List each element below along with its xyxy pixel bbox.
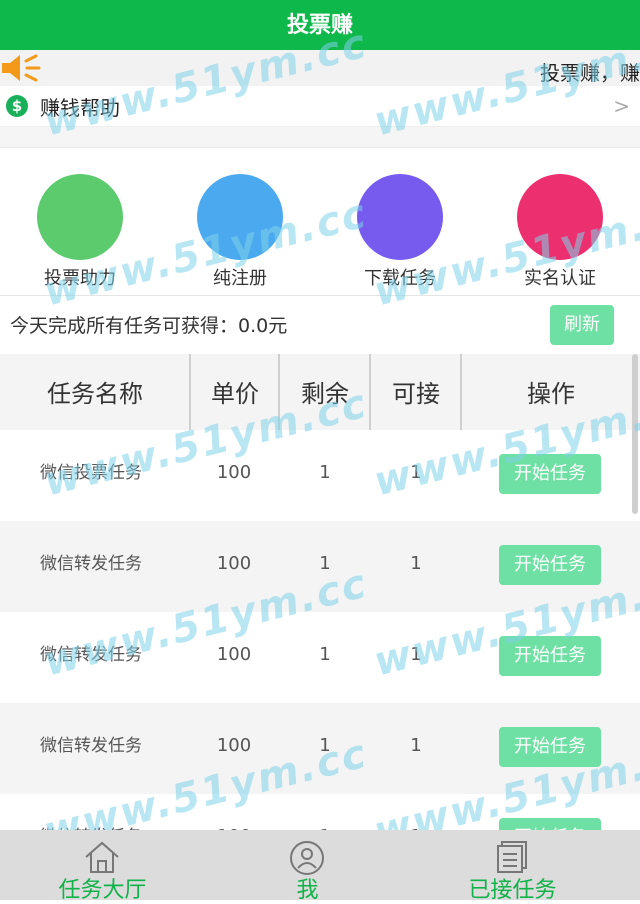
nav-label: 任务大厅 [58, 878, 147, 903]
real-name-category-icon [517, 174, 603, 260]
header-task-name: 任务名称 [47, 380, 143, 408]
earnings-text: 今天完成所有任务可获得：0.0元 [10, 315, 288, 337]
earn-help-label: 赚钱帮助 [40, 96, 120, 120]
dollar-coin-icon: $ [6, 95, 28, 117]
start-task-button[interactable]: 开始任务 [499, 636, 601, 676]
table-row: 微信投票任务 100 1 1 开始任务 [0, 430, 640, 521]
notice-bar: 投票赚，赚 [0, 50, 640, 86]
header-action: 操作 [527, 380, 575, 408]
header-available: 可接 [392, 380, 440, 408]
nav-task-hall[interactable]: 任务大厅 [0, 830, 205, 903]
refresh-button[interactable]: 刷新 [550, 305, 614, 345]
earn-help-link[interactable]: $ 赚钱帮助 > [0, 86, 640, 127]
category-real-name[interactable]: 实名认证 [480, 148, 640, 294]
earnings-summary: 今天完成所有任务可获得：0.0元 刷新 [0, 295, 640, 355]
task-price: 100 [216, 735, 252, 756]
vote-category-icon [37, 174, 123, 260]
category-label: 实名认证 [524, 268, 596, 289]
notice-marquee-text: 投票赚，赚 [540, 61, 640, 85]
task-available: 1 [410, 553, 422, 574]
document-list-icon [497, 841, 527, 873]
task-table-header: 任务名称 单价 剩余 可接 操作 [0, 354, 640, 430]
task-remaining: 1 [319, 462, 331, 483]
task-price: 100 [216, 644, 252, 665]
page-title: 投票赚 [0, 0, 640, 50]
task-name: 微信投票任务 [40, 463, 142, 483]
table-row: 微信转发任务 100 1 1 开始任务 [0, 612, 640, 703]
category-label: 下载任务 [364, 268, 436, 289]
nav-me[interactable]: 我 [205, 830, 410, 903]
nav-accepted-tasks[interactable]: 已接任务 [410, 830, 615, 903]
download-category-icon [357, 174, 443, 260]
task-name: 微信转发任务 [40, 554, 142, 574]
nav-label: 已接任务 [468, 878, 557, 903]
user-icon [290, 841, 324, 875]
category-vote-assist[interactable]: 投票助力 [0, 148, 160, 294]
task-remaining: 1 [319, 735, 331, 756]
nav-label: 我 [296, 878, 319, 903]
scrollbar[interactable] [632, 354, 638, 514]
category-label: 纯注册 [213, 268, 267, 289]
task-price: 100 [216, 553, 252, 574]
category-grid: 投票助力 纯注册 下载任务 实名认证 [0, 148, 640, 294]
task-available: 1 [410, 735, 422, 756]
home-icon [85, 841, 119, 873]
register-category-icon [197, 174, 283, 260]
speaker-icon [2, 54, 41, 82]
section-divider [0, 127, 640, 148]
task-name: 微信转发任务 [40, 736, 142, 756]
header-remaining: 剩余 [301, 380, 349, 408]
task-available: 1 [410, 462, 422, 483]
start-task-button[interactable]: 开始任务 [499, 454, 601, 494]
table-row: 微信转发任务 100 1 1 开始任务 [0, 703, 640, 794]
category-label: 投票助力 [44, 268, 116, 289]
task-remaining: 1 [319, 553, 331, 574]
bottom-nav: 任务大厅 我 已接任务 [0, 830, 640, 903]
table-row: 微信转发任务 100 1 1 开始任务 [0, 521, 640, 612]
task-remaining: 1 [319, 644, 331, 665]
chevron-right-icon: > [613, 94, 630, 118]
task-price: 100 [216, 462, 252, 483]
start-task-button[interactable]: 开始任务 [499, 545, 601, 585]
category-register[interactable]: 纯注册 [160, 148, 320, 294]
start-task-button[interactable]: 开始任务 [499, 727, 601, 767]
header-price: 单价 [211, 380, 259, 408]
task-available: 1 [410, 644, 422, 665]
category-download[interactable]: 下载任务 [320, 148, 480, 294]
task-name: 微信转发任务 [40, 645, 142, 665]
